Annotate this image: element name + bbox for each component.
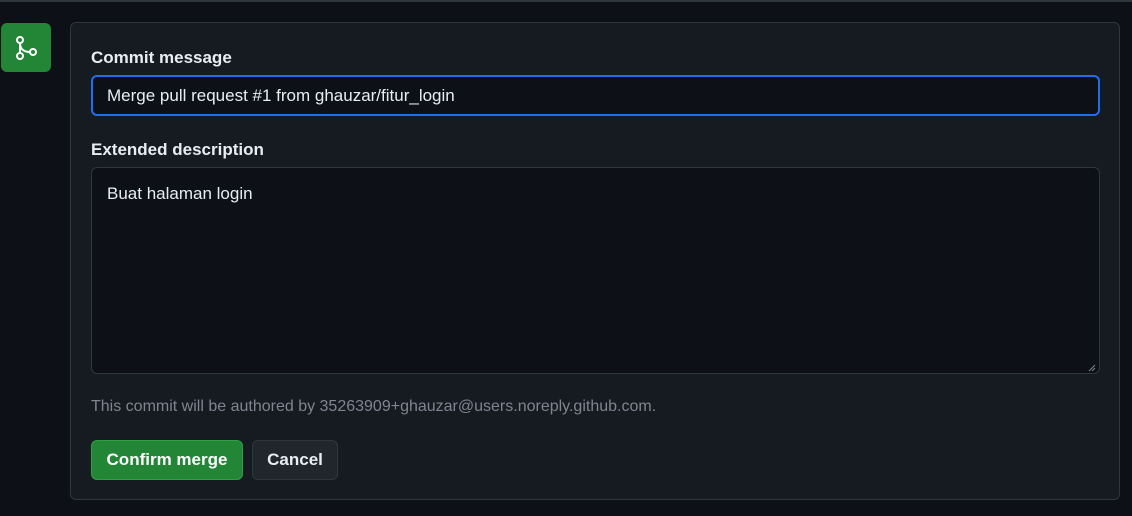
author-note: This commit will be authored by 35263909…	[91, 398, 657, 415]
confirm-merge-label: Confirm merge	[106, 450, 228, 469]
commit-message-input[interactable]	[91, 75, 1100, 116]
cancel-label: Cancel	[267, 450, 323, 469]
top-divider	[0, 0, 1132, 2]
commit-message-label: Commit message	[91, 48, 232, 67]
confirm-merge-button[interactable]: Confirm merge	[91, 440, 243, 480]
extended-description-label: Extended description	[91, 140, 264, 159]
extended-description-textarea[interactable]: Buat halaman login	[91, 167, 1100, 374]
git-merge-icon	[16, 35, 37, 60]
resize-handle-icon[interactable]	[1088, 364, 1096, 372]
merge-form-panel: Commit message Extended description Buat…	[70, 22, 1120, 500]
merge-badge	[1, 23, 51, 72]
cancel-button[interactable]: Cancel	[252, 440, 338, 480]
